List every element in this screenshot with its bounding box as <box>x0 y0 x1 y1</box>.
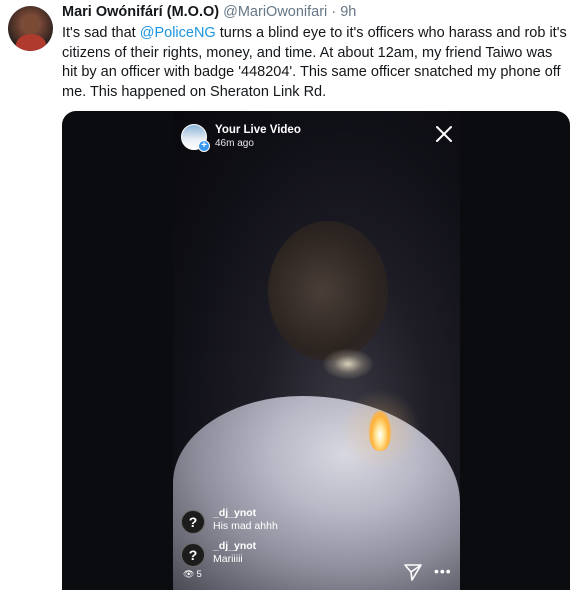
live-video-title: Your Live Video <box>215 124 301 136</box>
tweet-timestamp[interactable]: 9h <box>340 4 356 20</box>
live-video-frame[interactable]: + Your Live Video 46m ago ? _dj_ynot His… <box>173 111 460 590</box>
add-story-badge: + <box>198 140 210 152</box>
author-handle[interactable]: @MariOwonifari <box>223 4 327 20</box>
comment-avatar[interactable]: ? <box>181 543 205 567</box>
tweet: Mari Owónifárí (M.O.O) @MariOwonifari · … <box>0 0 575 590</box>
author-name[interactable]: Mari Owónifárí (M.O.O) <box>62 4 219 20</box>
more-icon[interactable]: ••• <box>434 564 452 578</box>
comment-text: His mad ahhh <box>213 520 278 532</box>
viewer-count-value: 5 <box>196 569 202 580</box>
mention-link[interactable]: @PoliceNG <box>140 25 216 41</box>
tweet-header: Mari Owónifárí (M.O.O) @MariOwonifari · … <box>62 4 356 20</box>
comment-username[interactable]: _dj_ynot <box>213 507 256 519</box>
viewer-count[interactable]: 👁 5 <box>183 569 202 580</box>
video-person-head <box>268 221 388 361</box>
author-avatar[interactable] <box>8 6 53 51</box>
send-icon[interactable] <box>403 562 423 582</box>
live-user-avatar[interactable]: + <box>181 124 210 152</box>
tweet-text: It's sad that @PoliceNG turns a blind ey… <box>62 24 567 102</box>
video-candle-flame <box>369 411 391 451</box>
video-neck-highlight <box>323 349 373 379</box>
avatar-face <box>23 14 39 34</box>
avatar-shirt <box>16 34 46 51</box>
comment-text: Mariiiii <box>213 553 243 565</box>
eye-icon: 👁 <box>183 569 195 579</box>
close-icon[interactable] <box>435 125 453 143</box>
header-separator: · <box>331 4 337 20</box>
tweet-media[interactable]: + Your Live Video 46m ago ? _dj_ynot His… <box>62 111 570 590</box>
live-video-time: 46m ago <box>215 138 254 149</box>
tweet-text-start: It's sad that <box>62 25 140 41</box>
comment-avatar[interactable]: ? <box>181 510 205 534</box>
comment-username[interactable]: _dj_ynot <box>213 540 256 552</box>
